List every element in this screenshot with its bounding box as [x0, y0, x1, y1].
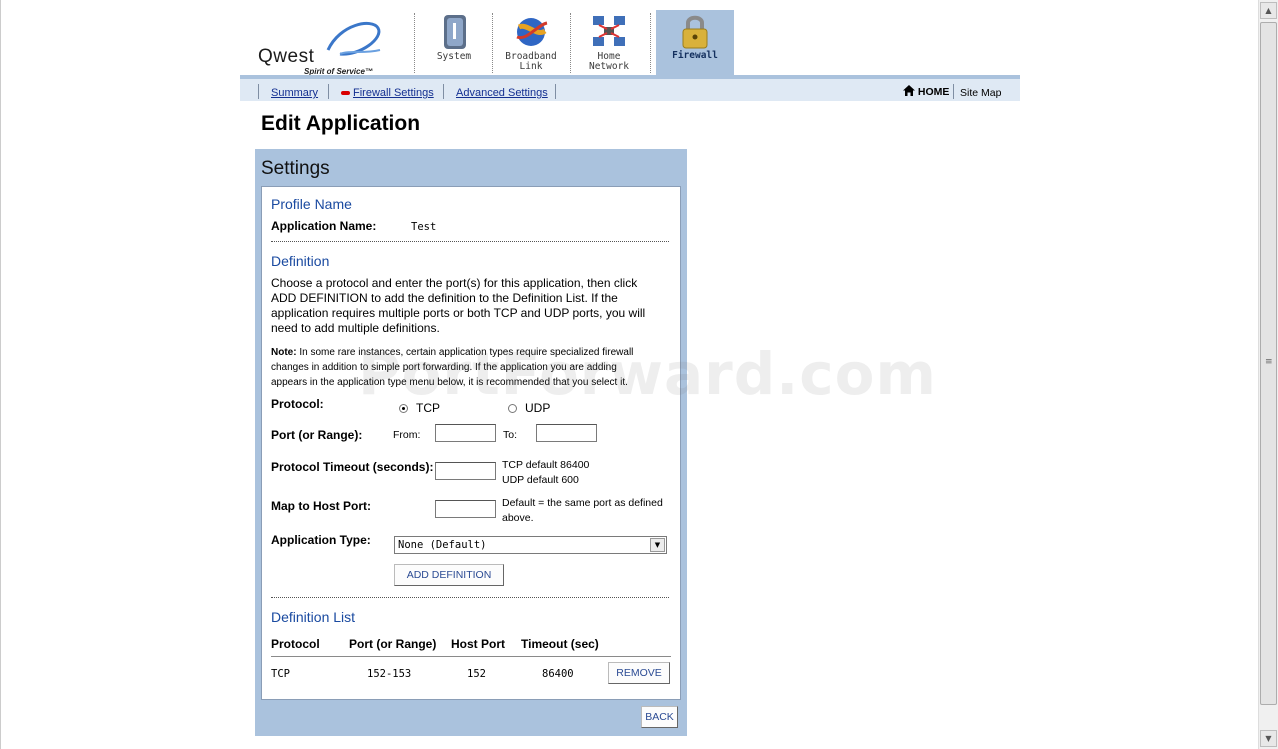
- home-link[interactable]: HOME: [903, 85, 949, 98]
- scroll-grip-icon: ≡: [1265, 357, 1273, 367]
- scroll-up-arrow-icon[interactable]: ▲: [1260, 2, 1277, 19]
- home-icon: [903, 85, 915, 96]
- column-header-timeout: Timeout (sec): [521, 637, 599, 651]
- protocol-tcp-label: TCP: [416, 401, 440, 415]
- nav-link-firewall-settings[interactable]: Firewall Settings: [353, 87, 434, 99]
- chevron-down-icon[interactable]: ▼: [650, 538, 665, 552]
- nav-divider: [555, 84, 556, 99]
- globe-icon: [516, 18, 548, 46]
- current-page-indicator-icon: [341, 91, 350, 95]
- qwest-logo[interactable]: Qwest Spirit of Service™: [256, 20, 386, 76]
- tab-home-network[interactable]: Home Network: [572, 10, 646, 76]
- tab-label: Home Network: [588, 51, 630, 72]
- settings-content: Profile Name Application Name: Test Defi…: [261, 186, 681, 700]
- map-host-port-input[interactable]: [435, 500, 496, 518]
- tab-system[interactable]: System: [417, 10, 491, 76]
- back-button[interactable]: BACK: [641, 706, 678, 728]
- port-to-label: To:: [503, 429, 518, 441]
- protocol-label: Protocol:: [271, 397, 324, 411]
- application-name-label: Application Name:: [271, 219, 377, 233]
- row-host-port: 152: [467, 668, 486, 680]
- tab-separator: [650, 13, 652, 73]
- definition-description: Choose a protocol and enter the port(s) …: [271, 276, 646, 335]
- port-from-input[interactable]: [435, 424, 496, 442]
- nav-link-advanced-settings[interactable]: Advanced Settings: [456, 87, 548, 99]
- settings-panel: Settings Profile Name Application Name: …: [255, 149, 687, 736]
- nav-link-summary[interactable]: Summary: [271, 87, 318, 99]
- page-title: Edit Application: [261, 112, 421, 135]
- profile-heading: Profile Name: [271, 196, 352, 212]
- port-range-label: Port (or Range):: [271, 428, 363, 442]
- port-from-label: From:: [393, 429, 421, 441]
- application-type-value: None (Default): [398, 539, 487, 551]
- map-host-port-hint: Default = the same port as defined above…: [502, 497, 663, 524]
- tab-label: Broadband Link: [505, 51, 557, 72]
- tab-broadband-link[interactable]: Broadband Link: [494, 10, 568, 76]
- column-header-port-range: Port (or Range): [349, 637, 437, 651]
- scroll-down-arrow-icon[interactable]: ▼: [1260, 730, 1277, 747]
- system-icon: [444, 15, 466, 49]
- remove-button[interactable]: REMOVE: [608, 662, 670, 684]
- column-header-host-port: Host Port: [451, 637, 505, 651]
- nav-divider: [953, 84, 954, 99]
- map-host-port-label: Map to Host Port:: [271, 499, 371, 513]
- tab-separator: [414, 13, 416, 73]
- definition-heading: Definition: [271, 253, 330, 269]
- site-map-link[interactable]: Site Map: [960, 87, 1001, 99]
- protocol-udp-radio[interactable]: [508, 404, 517, 413]
- protocol-timeout-label: Protocol Timeout (seconds):: [271, 460, 434, 474]
- network-icon: [593, 16, 625, 46]
- tab-label: System: [436, 51, 472, 62]
- application-type-label: Application Type:: [271, 533, 371, 547]
- table-header-line: [271, 656, 671, 657]
- lock-icon: [682, 15, 708, 49]
- section-divider: [271, 241, 669, 242]
- protocol-udp-label: UDP: [525, 401, 551, 415]
- application-type-select[interactable]: None (Default) ▼: [394, 536, 667, 554]
- row-port-range: 152-153: [367, 668, 412, 680]
- qwest-swoosh-icon: [326, 21, 381, 56]
- sub-nav-bar: Summary Firewall Settings Advanced Setti…: [240, 75, 1020, 101]
- row-protocol: TCP: [271, 668, 290, 680]
- protocol-tcp-radio[interactable]: [399, 404, 408, 413]
- definition-list-heading: Definition List: [271, 609, 356, 625]
- tab-label: Firewall: [672, 50, 718, 61]
- scrollbar-thumb[interactable]: ≡: [1260, 22, 1277, 705]
- application-name-value: Test: [411, 221, 437, 233]
- add-definition-button[interactable]: ADD DEFINITION: [394, 564, 504, 586]
- timeout-hint: TCP default 86400 UDP default 600: [502, 459, 590, 486]
- header: Qwest Spirit of Service™ System Broadban…: [240, 10, 1020, 76]
- port-to-input[interactable]: [536, 424, 597, 442]
- nav-divider: [258, 84, 259, 99]
- nav-divider: [328, 84, 329, 99]
- nav-divider: [443, 84, 444, 99]
- tab-firewall[interactable]: Firewall: [656, 10, 734, 76]
- definition-note: Note: In some rare instances, certain ap…: [271, 347, 634, 388]
- vertical-scrollbar[interactable]: ▲ ≡ ▼: [1258, 0, 1278, 749]
- panel-title: Settings: [261, 158, 330, 179]
- window-border: [0, 0, 1, 749]
- row-timeout: 86400: [542, 668, 574, 680]
- protocol-timeout-input[interactable]: [435, 462, 496, 480]
- logo-text: Qwest: [258, 46, 315, 67]
- column-header-protocol: Protocol: [271, 637, 320, 651]
- section-divider: [271, 597, 669, 598]
